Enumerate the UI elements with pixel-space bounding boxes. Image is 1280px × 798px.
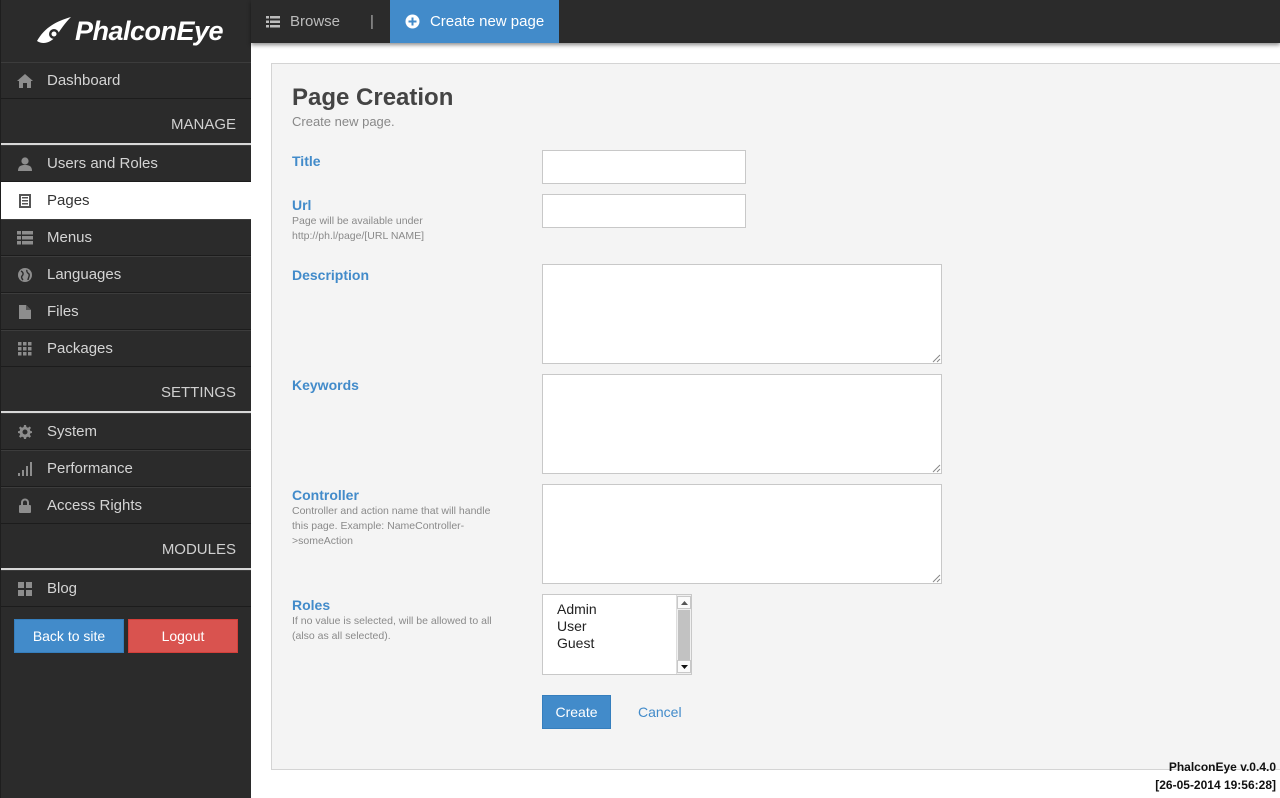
plus-circle-icon: [405, 14, 420, 29]
resize-grip-icon[interactable]: [932, 464, 941, 473]
list-icon: [266, 15, 280, 27]
timestamp-text: [26-05-2014 19:56:28]: [1155, 778, 1276, 792]
top-navigation: Browse | Create new page: [251, 0, 1280, 43]
logout-button[interactable]: Logout: [128, 619, 238, 653]
sidebar-item-label: Blog: [47, 580, 78, 597]
url-input[interactable]: [542, 194, 746, 228]
home-icon: [1, 73, 47, 88]
controller-textarea[interactable]: [542, 484, 942, 584]
tab-separator: |: [370, 13, 374, 30]
section-heading-manage: MANAGE: [1, 99, 251, 145]
page-subtitle: Create new page.: [292, 114, 395, 129]
keywords-textarea[interactable]: [542, 374, 942, 474]
page-creation-form: Page Creation Create new page. Title Url…: [271, 63, 1280, 770]
sidebar-item-languages[interactable]: Languages: [1, 256, 251, 293]
roles-scrollbar[interactable]: [676, 595, 691, 674]
blog-icon: [1, 581, 47, 596]
controller-label: Controller: [292, 487, 359, 503]
sidebar-item-dashboard[interactable]: Dashboard: [1, 62, 251, 99]
file-icon: [1, 304, 47, 319]
sidebar-item-label: Packages: [47, 340, 113, 357]
sidebar-item-label: Performance: [47, 460, 133, 477]
tab-browse[interactable]: Browse: [251, 0, 355, 43]
role-option-guest[interactable]: Guest: [543, 635, 691, 652]
sidebar-item-menus[interactable]: Menus: [1, 219, 251, 256]
sidebar-item-label: Files: [47, 303, 79, 320]
pages-icon: [1, 193, 47, 208]
sidebar-item-label: Menus: [47, 229, 93, 246]
sidebar-item-label: System: [47, 423, 98, 440]
eye-logo-icon: [37, 17, 71, 43]
tab-create-new-page[interactable]: Create new page: [389, 0, 560, 43]
url-help-line: Page will be available under: [292, 215, 423, 227]
scroll-down-arrow-icon[interactable]: [677, 660, 691, 673]
scroll-up-arrow-icon[interactable]: [677, 596, 691, 609]
tab-create-new-page-label: Create new page: [429, 13, 545, 30]
url-help-line: http://ph.l/page/[URL NAME]: [292, 230, 425, 242]
role-option-admin[interactable]: Admin: [543, 601, 691, 618]
logo[interactable]: PhalconEye: [1, 0, 251, 62]
section-heading-settings: SETTINGS: [1, 367, 251, 413]
sidebar-item-users-and-roles[interactable]: Users and Roles: [1, 145, 251, 182]
sidebar-item-label: Dashboard: [47, 72, 121, 89]
sidebar-item-label: Access Rights: [47, 497, 143, 514]
list-icon: [1, 230, 47, 245]
globe-icon: [1, 267, 47, 282]
footer: PhalconEye v.0.4.0 [26-05-2014 19:56:28]: [1155, 758, 1276, 794]
scrollbar-thumb[interactable]: [678, 610, 690, 660]
sidebar-item-label: Pages: [47, 192, 90, 209]
resize-grip-icon[interactable]: [932, 574, 941, 583]
title-label: Title: [292, 153, 321, 169]
sidebar-item-access-rights[interactable]: Access Rights: [1, 487, 251, 524]
sidebar-item-blog[interactable]: Blog: [1, 570, 251, 607]
sidebar-item-label: Languages: [47, 266, 122, 283]
controller-wrap: [542, 484, 942, 584]
signal-icon: [1, 461, 47, 476]
cancel-link[interactable]: Cancel: [638, 704, 682, 720]
title-input[interactable]: [542, 150, 746, 184]
roles-help: If no value is selected, will be allowed…: [292, 615, 492, 642]
roles-options: Admin User Guest: [543, 595, 691, 652]
sidebar-item-performance[interactable]: Performance: [1, 450, 251, 487]
user-icon: [1, 156, 47, 171]
roles-multiselect[interactable]: Admin User Guest: [542, 594, 692, 675]
sidebar-item-files[interactable]: Files: [1, 293, 251, 330]
create-button[interactable]: Create: [542, 695, 611, 729]
section-heading-modules: MODULES: [1, 524, 251, 570]
url-help: Page will be available under http://ph.l…: [292, 214, 492, 244]
sidebar-item-label: Users and Roles: [47, 155, 158, 172]
role-option-user[interactable]: User: [543, 618, 691, 635]
sidebar: PhalconEye Dashboard MANAGE Users and Ro…: [0, 0, 251, 798]
description-wrap: [542, 264, 942, 364]
tab-browse-label: Browse: [290, 13, 341, 30]
description-textarea[interactable]: [542, 264, 942, 364]
page-title: Page Creation: [292, 84, 454, 111]
sidebar-item-pages[interactable]: Pages: [1, 182, 251, 219]
roles-label: Roles: [292, 597, 331, 613]
sidebar-item-system[interactable]: System: [1, 413, 251, 450]
resize-grip-icon[interactable]: [932, 354, 941, 363]
keywords-wrap: [542, 374, 942, 474]
sidebar-buttons: Back to site Logout: [1, 607, 251, 653]
description-label: Description: [292, 267, 370, 283]
grid-icon: [1, 341, 47, 356]
gear-icon: [1, 424, 47, 439]
sidebar-item-packages[interactable]: Packages: [1, 330, 251, 367]
url-label: Url: [292, 197, 312, 213]
brand-name: PhalconEye: [75, 15, 224, 46]
version-text: PhalconEye v.0.4.0: [1168, 760, 1276, 774]
back-to-site-button[interactable]: Back to site: [14, 619, 124, 653]
controller-help: Controller and action name that will han…: [292, 505, 491, 547]
lock-icon: [1, 498, 47, 513]
keywords-label: Keywords: [292, 377, 359, 393]
